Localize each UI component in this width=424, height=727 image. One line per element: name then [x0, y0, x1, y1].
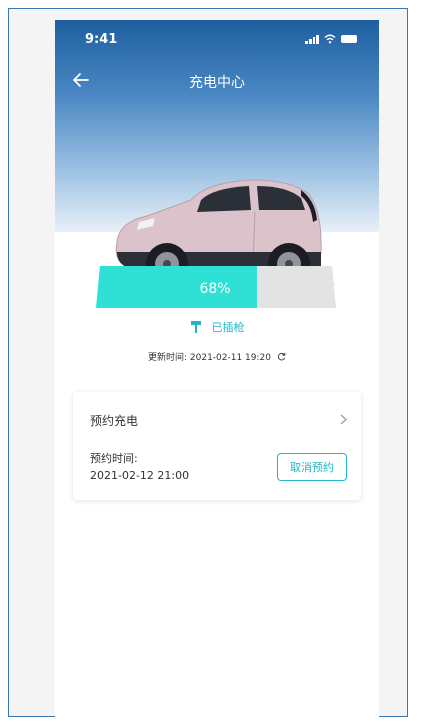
battery-percent: 68% — [199, 281, 231, 297]
page-title: 充电中心 — [189, 75, 245, 91]
wifi-icon — [324, 34, 336, 44]
plug-status: 已插枪 — [55, 319, 379, 338]
status-icons — [305, 34, 357, 44]
reservation-title[interactable]: 预约充电 — [90, 412, 138, 429]
update-time-row: 更新时间: 2021-02-11 19:20 — [55, 350, 379, 363]
cancel-reservation-button[interactable]: 取消预约 — [277, 453, 347, 481]
nav-bar: 充电中心 — [55, 66, 379, 100]
reservation-time-label: 预约时间: — [90, 452, 138, 465]
charging-plug-icon — [190, 321, 201, 333]
reservation-time-value: 2021-02-12 21:00 — [90, 469, 190, 482]
reservation-card: 预约充电 预约时间: 2021-02-12 21:00 取消预约 — [73, 392, 361, 500]
chevron-right-icon[interactable] — [340, 414, 347, 425]
refresh-icon[interactable] — [277, 352, 286, 361]
update-time-text: 更新时间: 2021-02-11 19:20 — [148, 353, 271, 363]
plug-status-text: 已插枪 — [211, 321, 245, 334]
phone-screen: 9:41 充电中心 68% 已插枪 更新时间: 2021-02-11 19:20… — [55, 20, 379, 717]
signal-icon — [305, 34, 319, 44]
battery-icon — [341, 35, 357, 43]
status-time: 9:41 — [85, 32, 118, 47]
status-bar: 9:41 — [55, 20, 379, 64]
